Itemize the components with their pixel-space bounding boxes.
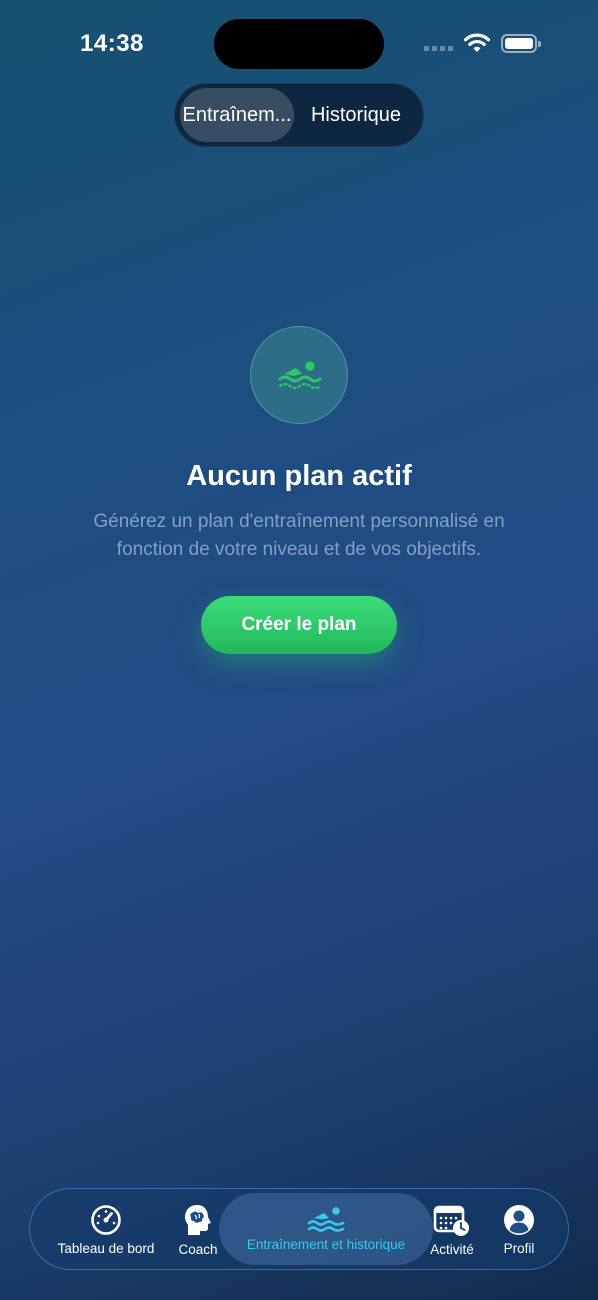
empty-state-title: Aucun plan actif: [186, 460, 412, 492]
tab-label: Entraînement et historique: [246, 1237, 406, 1252]
tab-label: Tableau de bord: [57, 1241, 155, 1256]
empty-state-description: Générez un plan d'entraînement personnal…: [93, 511, 505, 560]
cellular-signal-icon: [424, 46, 453, 51]
tab-label: Coach: [178, 1242, 218, 1257]
tab-bar: Tableau de bord Coach Entraînement et hi…: [29, 1188, 569, 1270]
tab-profil[interactable]: Profil: [492, 1189, 546, 1271]
dynamic-island: [214, 19, 384, 69]
tab-label: Activité: [430, 1242, 474, 1257]
status-time: 14:38: [80, 30, 144, 57]
wifi-icon: [463, 33, 491, 52]
tab-activite[interactable]: Activité: [422, 1189, 482, 1271]
empty-state: Aucun plan actif Générez un plan d'entra…: [0, 326, 598, 654]
swimmer-icon: [278, 361, 322, 390]
calendar-clock-icon: [433, 1205, 469, 1236]
person-circle-icon: [504, 1205, 534, 1235]
segmented-control: Entraînem... Historique: [174, 83, 424, 147]
tab-entrainement-et-historique[interactable]: Entraînement et historique: [219, 1193, 433, 1265]
segment-historique[interactable]: Historique: [294, 88, 418, 142]
swimmer-icon-badge: [250, 326, 348, 424]
speedometer-icon: [91, 1205, 121, 1235]
swim-waves-icon: [307, 1207, 345, 1232]
battery-icon: [501, 34, 541, 53]
tab-coach[interactable]: Coach: [170, 1189, 226, 1271]
create-plan-button[interactable]: Créer le plan: [201, 596, 397, 654]
tab-label: Profil: [503, 1241, 535, 1256]
status-bar: 14:38: [0, 0, 598, 80]
tab-tableau-de-bord[interactable]: Tableau de bord: [48, 1189, 164, 1271]
head-brain-icon: [185, 1205, 211, 1235]
segment-entrainement[interactable]: Entraînem...: [180, 88, 294, 142]
